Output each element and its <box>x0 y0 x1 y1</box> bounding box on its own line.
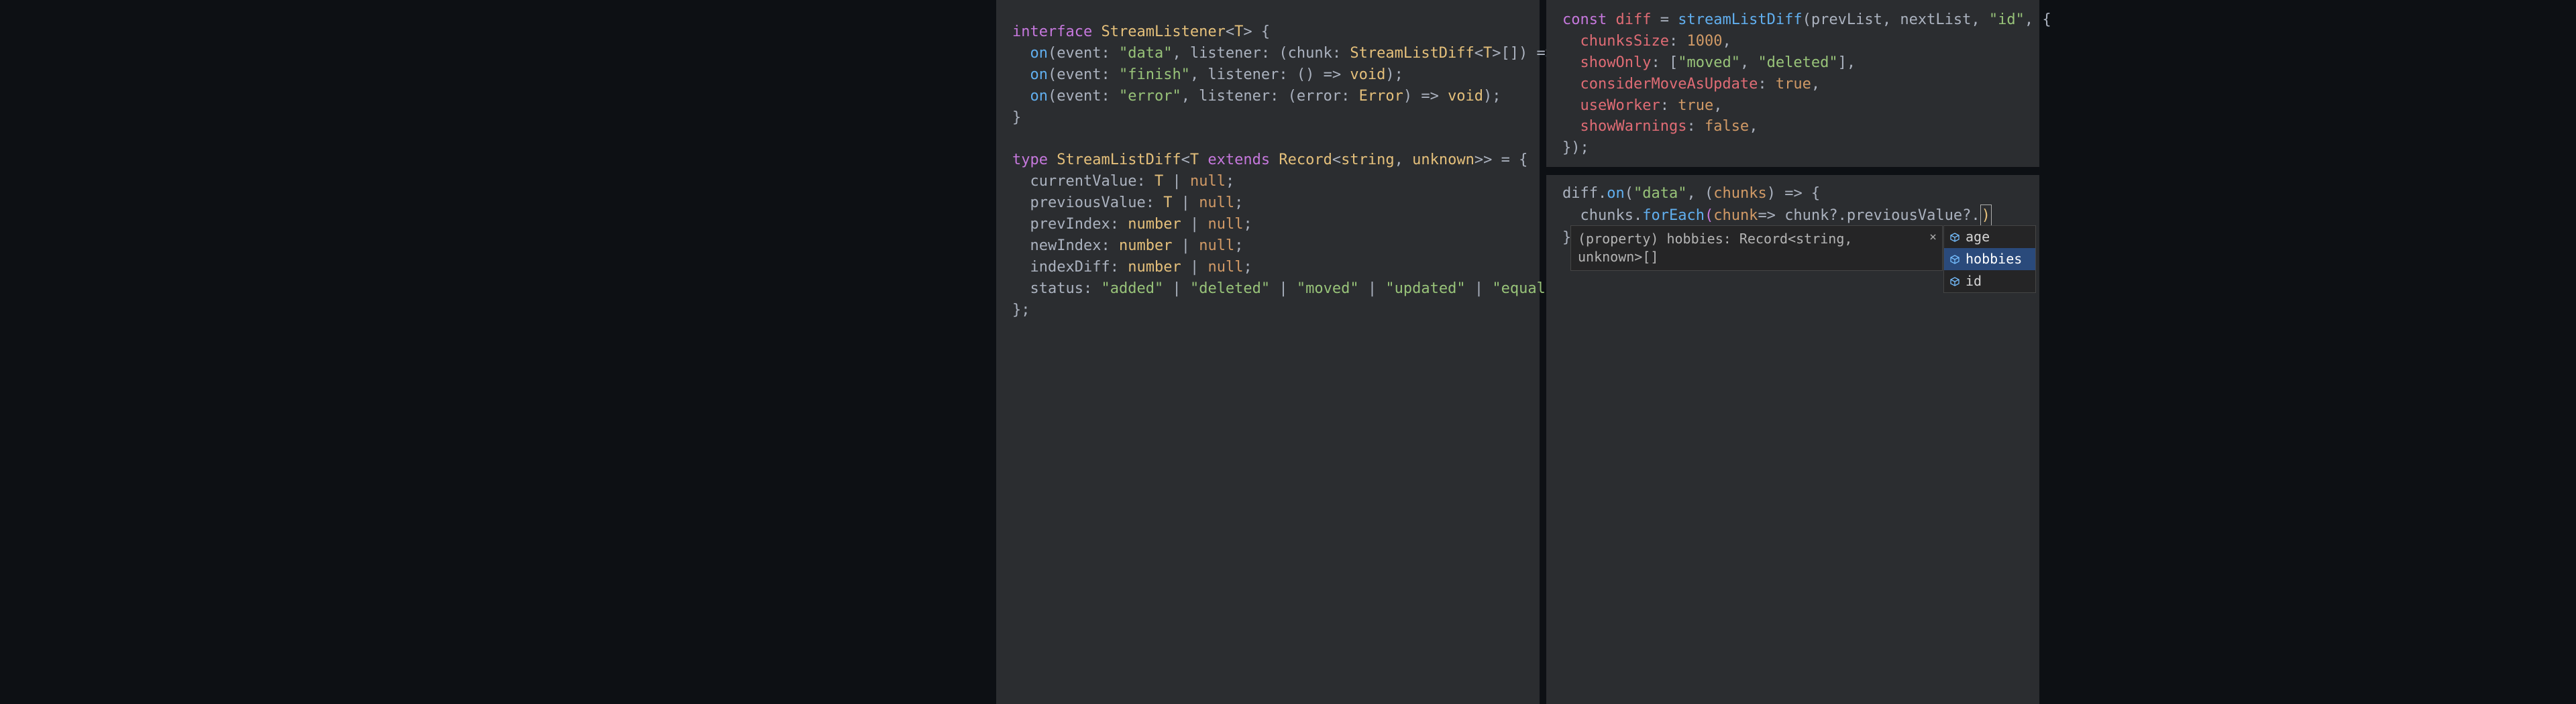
code-line: diff.on("data", (chunks) => { <box>1562 183 2039 204</box>
code-line: interface StreamListener<T> { <box>1012 21 1534 43</box>
cursor-position[interactable]: ) <box>1980 204 1992 227</box>
code-line: chunks.forEach(chunk=> chunk?.previousVa… <box>1562 204 2039 227</box>
field-icon <box>1949 254 1960 265</box>
code-line: previousValue: T | null; <box>1012 192 1534 214</box>
autocomplete-item-age[interactable]: age <box>1944 226 2035 248</box>
code-line: on(event: "finish", listener: () => void… <box>1012 64 1534 86</box>
code-line: showOnly: ["moved", "deleted"], <box>1562 52 2034 74</box>
code-line: considerMoveAsUpdate: true, <box>1562 74 2034 95</box>
code-line-blank <box>1012 128 1534 150</box>
autocomplete-item-id[interactable]: id <box>1944 270 2035 292</box>
autocomplete-label: id <box>1966 272 1982 291</box>
code-line: const diff = streamListDiff(prevList, ne… <box>1562 9 2034 31</box>
code-panel-right-top: const diff = streamListDiff(prevList, ne… <box>1546 0 2039 167</box>
code-line: newIndex: number | null; <box>1012 235 1534 257</box>
field-icon <box>1949 276 1960 287</box>
intellisense-tooltip: (property) hobbies: Record<string, unkno… <box>1570 225 1943 271</box>
tooltip-text: (property) hobbies: Record<string, unkno… <box>1578 231 1852 265</box>
code-line: useWorker: true, <box>1562 95 2034 117</box>
code-line: }); <box>1562 137 2034 159</box>
code-line: indexDiff: number | null; <box>1012 257 1534 278</box>
field-icon <box>1949 232 1960 243</box>
code-panel-left: interface StreamListener<T> { on(event: … <box>996 0 1540 704</box>
code-line: showWarnings: false, <box>1562 116 2034 137</box>
code-line: status: "added" | "deleted" | "moved" | … <box>1012 278 1534 300</box>
code-line: on(event: "data", listener: (chunk: Stre… <box>1012 43 1534 64</box>
code-line: prevIndex: number | null; <box>1012 214 1534 235</box>
autocomplete-popup[interactable]: age hobbies id <box>1943 225 2036 293</box>
autocomplete-label: age <box>1966 227 1990 247</box>
code-line: currentValue: T | null; <box>1012 171 1534 192</box>
autocomplete-item-hobbies[interactable]: hobbies <box>1944 248 2035 270</box>
code-line: } <box>1012 107 1534 129</box>
close-icon[interactable]: × <box>1929 229 1937 245</box>
code-line: type StreamListDiff<T extends Record<str… <box>1012 150 1534 171</box>
code-line: chunksSize: 1000, <box>1562 31 2034 52</box>
code-line: on(event: "error", listener: (error: Err… <box>1012 86 1534 107</box>
code-line: }; <box>1012 300 1534 321</box>
code-panel-right-bottom: diff.on("data", (chunks) => { chunks.for… <box>1546 175 2039 704</box>
autocomplete-label: hobbies <box>1966 249 2022 269</box>
